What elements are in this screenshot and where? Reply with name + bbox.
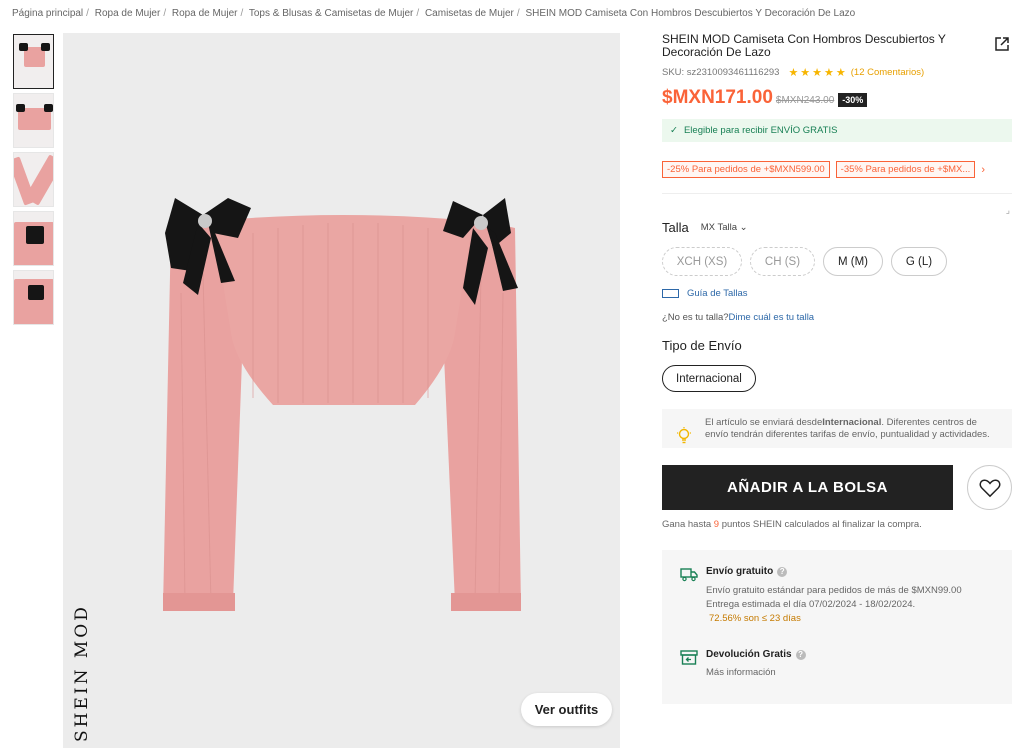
- product-main-image[interactable]: SHEIN MOD Ver outfits: [63, 33, 620, 748]
- share-icon[interactable]: [994, 36, 1010, 52]
- free-shipping-text: Elegible para recibir ENVÍO GRATIS: [683, 125, 838, 136]
- size-option-m[interactable]: M (M): [823, 247, 883, 276]
- breadcrumb-separator: /: [86, 8, 89, 19]
- breadcrumb-tshirts[interactable]: Camisetas de Mujer: [425, 8, 514, 19]
- thumbnail-list: [13, 34, 55, 329]
- discount-badge: -30%: [838, 93, 868, 107]
- thumbnail-4[interactable]: [13, 211, 54, 266]
- lightbulb-icon: [677, 427, 691, 444]
- size-option-s[interactable]: CH (S): [750, 247, 815, 276]
- return-box-icon: [680, 650, 698, 665]
- breadcrumb: Página principal / Ropa de Mujer / Ropa de…: [12, 8, 855, 19]
- free-returns-title: Devolución Gratis ?: [706, 649, 1012, 660]
- breadcrumb-womens[interactable]: Ropa de Mujer: [95, 8, 161, 19]
- breadcrumb-current: SHEIN MOD Camiseta Con Hombros Descubier…: [525, 8, 856, 19]
- thumbnail-5[interactable]: [13, 270, 54, 325]
- ruler-icon: [662, 289, 679, 298]
- size-system-select[interactable]: MX Talla ⌄: [701, 222, 748, 233]
- original-price: $MXN243.00: [775, 95, 835, 106]
- thumbnail-1[interactable]: [13, 34, 54, 89]
- chevron-right-icon[interactable]: ›: [981, 164, 985, 176]
- breadcrumb-separator: /: [416, 8, 420, 19]
- breadcrumb-separator: /: [516, 8, 520, 19]
- shipping-type-label: Tipo de Envío: [662, 338, 742, 353]
- product-info-panel: SHEIN MOD Camiseta Con Hombros Descubier…: [662, 33, 1012, 704]
- points-text-end: puntos SHEIN calculados al finalizar la …: [719, 519, 922, 530]
- fit-finder-link[interactable]: Dime cuál es tu talla: [729, 312, 815, 323]
- breadcrumb-separator: /: [240, 8, 244, 19]
- price-row: $MXN171.00 $MXN243.00 -30%: [662, 87, 1012, 109]
- free-shipping-title: Envío gratuito ?: [706, 566, 1012, 577]
- coupon-tag[interactable]: -25% Para pedidos de +$MXN599.00: [662, 161, 830, 178]
- product-garment-illustration: [163, 198, 521, 611]
- size-option-l[interactable]: G (L): [891, 247, 947, 276]
- estimated-delivery: Entrega estimada el día 07/02/2024 - 18/…: [706, 599, 916, 610]
- rating-stars-icon: ★★★★★: [788, 67, 848, 79]
- expand-corner-icon: ⌟: [1005, 205, 1010, 215]
- free-shipping-perk: Envío gratuito ? Envío gratuito estándar…: [680, 566, 1012, 623]
- product-sku: SKU: sz2310093461116293: [662, 67, 780, 78]
- shipping-option-international[interactable]: Internacional: [662, 365, 756, 392]
- view-outfits-button[interactable]: Ver outfits: [521, 693, 612, 726]
- free-shipping-title-text: Envío gratuito: [706, 566, 774, 577]
- breadcrumb-separator: /: [163, 8, 167, 19]
- delivery-stat: 72.56% son ≤ 23 días: [709, 613, 801, 624]
- free-returns-title-text: Devolución Gratis: [706, 649, 792, 660]
- size-header: Talla MX Talla ⌄: [662, 220, 1012, 235]
- size-guide-link[interactable]: Guía de Tallas: [662, 288, 1012, 299]
- size-label: Talla: [662, 220, 689, 235]
- fit-finder: ¿No es tu talla?Dime cuál es tu talla: [662, 312, 1012, 323]
- free-shipping-threshold: Envío gratuito estándar para pedidos de …: [706, 585, 962, 596]
- size-guide-label: Guía de Tallas: [687, 288, 748, 299]
- help-icon[interactable]: ?: [795, 649, 806, 660]
- fit-question: ¿No es tu talla?: [662, 312, 729, 323]
- truck-icon: [680, 568, 698, 582]
- breadcrumb-womens-clothing[interactable]: Ropa de Mujer: [172, 8, 238, 19]
- chevron-down-icon: ⌄: [739, 222, 748, 233]
- thumbnail-3[interactable]: [13, 152, 54, 207]
- notice-origin: Internacional: [822, 417, 882, 428]
- reviews-link[interactable]: (12 Comentarios): [851, 67, 924, 78]
- free-shipping-banner: ✓ Elegible para recibir ENVÍO GRATIS: [662, 119, 1012, 142]
- size-system-value: MX Talla: [700, 222, 738, 233]
- breadcrumb-home[interactable]: Página principal: [12, 8, 83, 19]
- free-returns-perk: Devolución Gratis ? Más información: [680, 649, 1012, 677]
- shipping-notice: El artículo se enviará desdeInternaciona…: [662, 409, 1012, 448]
- coupon-tag[interactable]: -35% Para pedidos de +$MX...: [835, 161, 976, 178]
- points-text-start: Gana hasta: [662, 519, 714, 530]
- sku-rating-row: SKU: sz2310093461116293 ★★★★★ (12 Coment…: [662, 66, 1012, 79]
- perks-panel: Envío gratuito ? Envío gratuito estándar…: [662, 550, 1012, 704]
- more-info-link[interactable]: Más información: [706, 668, 1012, 678]
- thumbnail-2[interactable]: [13, 93, 54, 148]
- heart-icon: [979, 479, 1000, 497]
- product-title: SHEIN MOD Camiseta Con Hombros Descubier…: [662, 32, 946, 59]
- current-price: $MXN171.00: [662, 87, 773, 108]
- coupon-list: -25% Para pedidos de +$MXN599.00 -35% Pa…: [662, 161, 1012, 178]
- wishlist-button[interactable]: [967, 465, 1012, 510]
- notice-text-start: El artículo se enviará desde: [705, 417, 823, 428]
- help-icon[interactable]: ?: [777, 566, 788, 577]
- add-to-bag-button[interactable]: AÑADIR A LA BOLSA: [662, 465, 953, 510]
- size-options: XCH (XS) CH (S) M (M) G (L): [662, 247, 1012, 276]
- divider: [662, 193, 1012, 194]
- check-icon: ✓: [670, 125, 678, 136]
- points-info: Gana hasta 9 puntos SHEIN calculados al …: [662, 519, 1012, 530]
- brand-watermark: SHEIN MOD: [72, 604, 92, 742]
- breadcrumb-tops[interactable]: Tops & Blusas & Camisetas de Mujer: [249, 8, 414, 19]
- size-option-xs[interactable]: XCH (XS): [662, 247, 742, 276]
- cart-actions: AÑADIR A LA BOLSA: [662, 465, 1012, 510]
